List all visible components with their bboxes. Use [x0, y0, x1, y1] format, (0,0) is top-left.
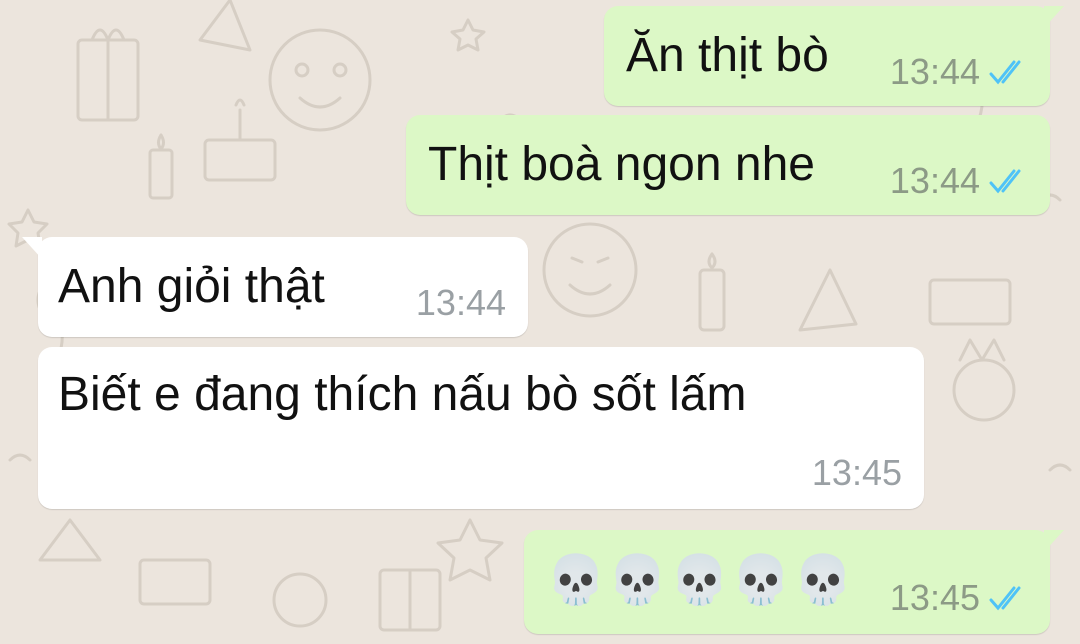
- message-text: Ăn thịt bò: [626, 29, 829, 82]
- message-time: 13:44: [889, 160, 980, 201]
- bubble-tail: [1044, 530, 1064, 552]
- message-meta: 13:44: [890, 52, 1028, 92]
- message-meta: 13:44: [416, 283, 506, 323]
- incoming-message-bubble[interactable]: Biết e đang thích nấu bò sốt lấm 13:45: [38, 347, 924, 509]
- outgoing-message-bubble[interactable]: 💀💀💀💀💀 13:45: [524, 530, 1064, 634]
- message-text: Anh giỏi thật: [58, 260, 325, 313]
- message-text: Biết e đang thích nấu bò sốt lấm: [58, 368, 747, 421]
- double-check-read-icon: [989, 169, 1021, 194]
- bubble-tail: [1044, 6, 1064, 28]
- message-text: 💀💀💀💀💀: [546, 552, 855, 608]
- double-check-read-icon: [989, 60, 1021, 85]
- incoming-message-bubble[interactable]: Anh giỏi thật 13:44: [22, 237, 528, 337]
- message-time: 13:45: [889, 577, 980, 618]
- message-time: 13:44: [415, 282, 506, 323]
- message-meta: 13:44: [890, 161, 1028, 201]
- outgoing-message-bubble[interactable]: Ăn thịt bò 13:44: [604, 6, 1064, 106]
- message-time: 13:44: [889, 51, 980, 92]
- message-meta: 13:45: [812, 453, 902, 493]
- outgoing-message-bubble[interactable]: Thịt boà ngon nhe 13:44: [406, 115, 1050, 215]
- message-time: 13:45: [811, 452, 902, 493]
- message-meta: 13:45: [890, 578, 1028, 618]
- double-check-read-icon: [989, 586, 1021, 611]
- bubble-tail: [22, 237, 42, 259]
- message-thread: Ăn thịt bò 13:44 Thịt boà ngon nhe 13:44…: [0, 0, 1080, 644]
- message-text: Thịt boà ngon nhe: [428, 138, 815, 191]
